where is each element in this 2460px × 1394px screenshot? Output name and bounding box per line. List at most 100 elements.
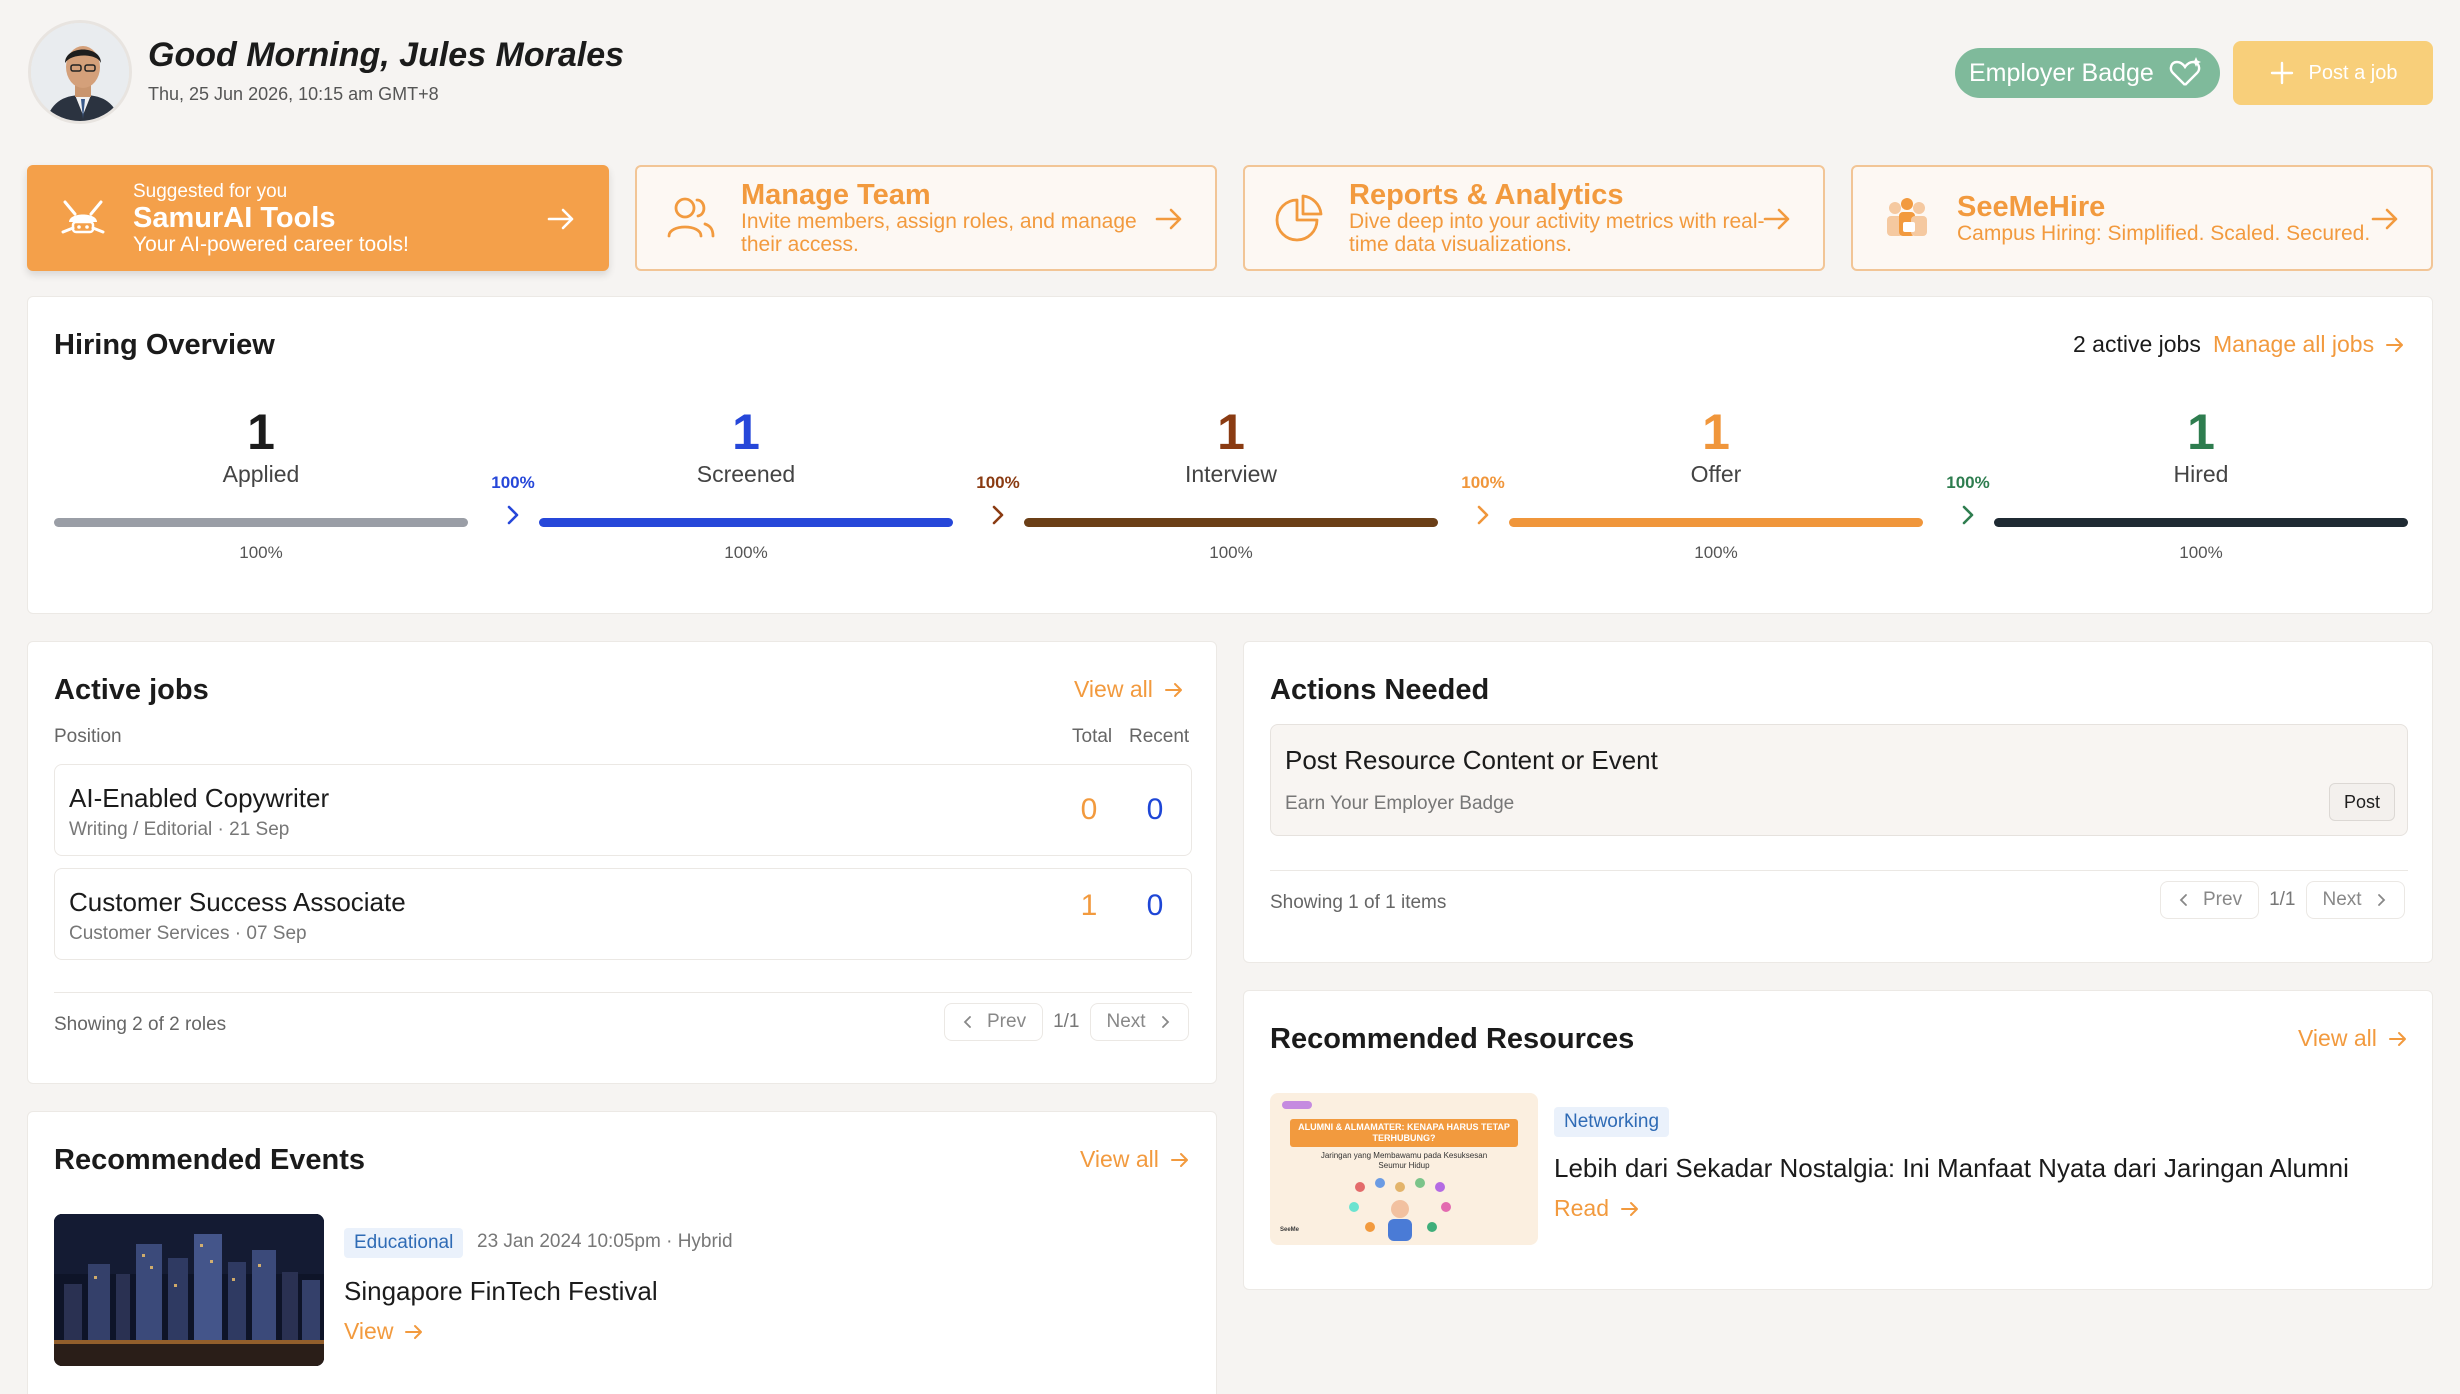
- arrow-right-icon: [1155, 208, 1182, 230]
- conversion-screened-interview: 100%: [968, 473, 1028, 532]
- action-post-button[interactable]: Post: [2329, 783, 2396, 821]
- action-item[interactable]: Post Resource Content or Event Earn Your…: [1270, 724, 2408, 836]
- employer-badge-button[interactable]: Employer Badge: [1955, 48, 2220, 98]
- next-page-button[interactable]: Next: [2305, 881, 2405, 919]
- event-thumbnail[interactable]: [54, 1214, 324, 1366]
- page-indicator: 1/1: [2269, 889, 2296, 910]
- resource-thumbnail[interactable]: ALUMNI & ALMAMATER: KENAPA HARUS TETAP T…: [1270, 1093, 1538, 1245]
- conversion-applied-screened: 100%: [483, 473, 543, 532]
- action-item-title: Post Resource Content or Event: [1285, 745, 1658, 775]
- stage-count: 1: [1702, 404, 1730, 460]
- job-recent-count[interactable]: 0: [1125, 889, 1185, 923]
- stage-label: Applied: [222, 461, 300, 487]
- stage-percent: 100%: [239, 543, 283, 562]
- event-tag: Educational: [344, 1228, 464, 1258]
- divider: [1270, 870, 2408, 871]
- stage-interview[interactable]: 1 Interview 100%: [1024, 403, 1438, 563]
- event-meta: 23 Jan 2024 10:05pm · Hybrid: [477, 1231, 733, 1252]
- active-jobs-title: Active jobs: [54, 674, 209, 706]
- conversion-interview-offer: 100%: [1453, 473, 1513, 532]
- networking-illustration: [1349, 1178, 1451, 1241]
- conversion-percent: 100%: [976, 473, 1020, 492]
- arrow-right-icon: [1620, 1201, 1638, 1216]
- chevron-left-icon: [2179, 894, 2187, 906]
- job-total-count[interactable]: 1: [1059, 889, 1119, 923]
- employer-badge-label: Employer Badge: [1969, 58, 2154, 87]
- stage-percent: 100%: [724, 543, 768, 562]
- job-row[interactable]: AI-Enabled Copywriter Writing / Editoria…: [54, 764, 1192, 856]
- job-row[interactable]: Customer Success Associate Customer Serv…: [54, 868, 1192, 960]
- chevron-right-icon: [507, 505, 519, 525]
- stage-percent: 100%: [1209, 543, 1253, 562]
- prev-page-button[interactable]: Prev: [944, 1003, 1044, 1041]
- jobs-showing-text: Showing 2 of 2 roles: [54, 1014, 227, 1035]
- view-all-label: View all: [1080, 1146, 1159, 1172]
- seemehire-card[interactable]: SeeMeHire Campus Hiring: Simplified. Sca…: [1851, 165, 2433, 271]
- samurai-tools-card[interactable]: Suggested for you SamurAI Tools Your AI-…: [27, 165, 609, 271]
- actions-needed-panel: Actions Needed Post Resource Content or …: [1243, 641, 2433, 963]
- divider: [54, 992, 1192, 993]
- stage-screened[interactable]: 1 Screened 100%: [539, 403, 953, 563]
- resource-tag: Networking: [1554, 1107, 1670, 1137]
- page-indicator: 1/1: [1053, 1011, 1080, 1032]
- events-view-all-link[interactable]: View all: [1080, 1146, 1191, 1173]
- plus-icon: [2270, 61, 2293, 85]
- resources-view-all-link[interactable]: View all: [2298, 1025, 2409, 1052]
- card-description: Invite members, assign roles, and manage…: [741, 210, 1137, 256]
- card-description: Your AI-powered career tools!: [133, 232, 409, 256]
- recommended-events-panel: Recommended Events View all Educational …: [27, 1111, 1217, 1394]
- actions-pagination: Prev 1/1 Next: [2160, 881, 2405, 919]
- event-title[interactable]: Singapore FinTech Festival: [344, 1276, 658, 1307]
- stage-count: 1: [247, 404, 275, 460]
- stage-offer[interactable]: 1 Offer 100%: [1509, 403, 1923, 563]
- post-job-label: Post a job: [2308, 61, 2398, 84]
- active-jobs-panel: Active jobs View all Position Total Rece…: [27, 641, 1217, 1084]
- post-job-button[interactable]: Post a job: [2233, 41, 2433, 105]
- avatar[interactable]: [28, 20, 132, 124]
- stage-count: 1: [732, 404, 760, 460]
- arrow-right-icon: [1170, 1152, 1188, 1167]
- recommended-resources-title: Recommended Resources: [1270, 1023, 1635, 1055]
- card-title: SeeMeHire: [1957, 190, 2106, 223]
- job-title: AI-Enabled Copywriter: [69, 783, 330, 813]
- arrow-right-icon: [547, 208, 574, 230]
- stage-count: 1: [2187, 404, 2215, 460]
- arrow-right-icon: [1164, 682, 1182, 697]
- stage-label: Screened: [696, 461, 796, 487]
- card-description: Dive deep into your activity metrics wit…: [1349, 210, 1765, 256]
- thumbnail-logo: SeeMe: [1280, 1227, 1300, 1233]
- manage-team-card[interactable]: Manage Team Invite members, assign roles…: [635, 165, 1217, 271]
- chevron-right-icon: [2377, 894, 2385, 906]
- manage-all-jobs-link[interactable]: Manage all jobs: [2213, 331, 2406, 358]
- stage-label: Hired: [2173, 461, 2229, 487]
- chevron-right-icon: [1477, 505, 1489, 525]
- thumbnail-subheading: Jaringan yang Membawamu pada Kesuksesan …: [1320, 1151, 1488, 1170]
- campus-hiring-icon: [1887, 198, 1927, 236]
- event-view-link[interactable]: View: [344, 1318, 425, 1345]
- resource-read-link[interactable]: Read: [1554, 1195, 1641, 1222]
- stage-progress-bar: [1509, 518, 1923, 527]
- recommended-events-title: Recommended Events: [54, 1144, 366, 1176]
- team-icon: [667, 197, 715, 238]
- jobs-pagination: Prev 1/1 Next: [944, 1003, 1189, 1041]
- resource-title[interactable]: Lebih dari Sekadar Nostalgia: Ini Manfaa…: [1554, 1153, 2349, 1184]
- active-jobs-count: 2 active jobs: [2073, 331, 2201, 357]
- conversion-percent: 100%: [491, 473, 535, 492]
- stage-percent: 100%: [2179, 543, 2223, 562]
- conversion-percent: 100%: [1461, 473, 1505, 492]
- prev-page-button[interactable]: Prev: [2160, 881, 2260, 919]
- reports-analytics-card[interactable]: Reports & Analytics Dive deep into your …: [1243, 165, 1825, 271]
- stage-label: Interview: [1184, 461, 1278, 487]
- stage-applied[interactable]: 1 Applied 100%: [54, 403, 468, 563]
- actions-needed-title: Actions Needed: [1270, 674, 1490, 706]
- thumbnail-pill: [1282, 1101, 1312, 1109]
- stage-hired[interactable]: 1 Hired 100%: [1994, 403, 2408, 563]
- job-recent-count[interactable]: 0: [1125, 793, 1185, 827]
- arrow-right-icon: [1763, 208, 1790, 230]
- view-all-label: View all: [2298, 1025, 2377, 1051]
- next-page-button[interactable]: Next: [1089, 1003, 1189, 1041]
- chevron-left-icon: [963, 1016, 971, 1028]
- stage-progress-bar: [1994, 518, 2408, 527]
- job-total-count[interactable]: 0: [1059, 793, 1119, 827]
- active-jobs-view-all-link[interactable]: View all: [1074, 676, 1185, 703]
